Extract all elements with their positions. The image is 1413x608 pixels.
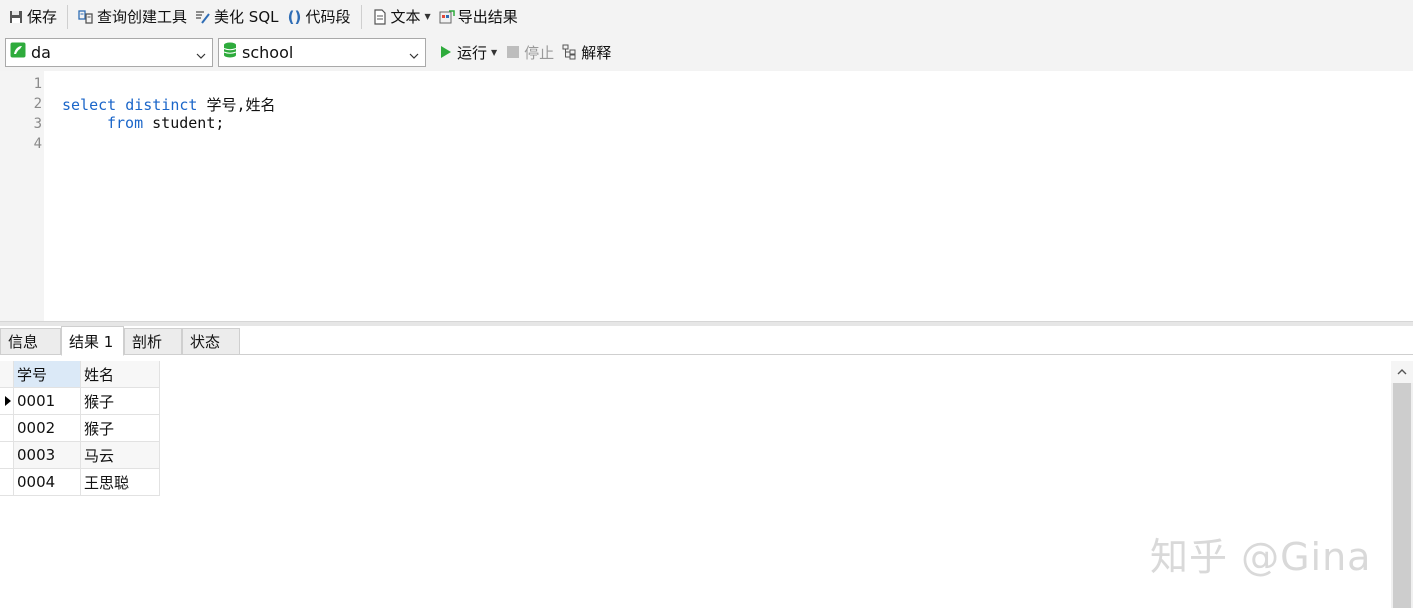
code-line: from student; [107, 114, 224, 132]
tab-label: 结果 1 [69, 332, 114, 351]
row-header-corner [0, 361, 14, 388]
line-number: 1 [33, 76, 42, 92]
stop-icon [505, 44, 521, 60]
result-tabs: 信息 结果 1 剖析 状态 [0, 326, 1413, 356]
sql-keyword: distinct [125, 96, 198, 114]
line-number: 2 [33, 96, 42, 112]
toolbar-divider [360, 4, 362, 29]
tab-label: 剖析 [132, 333, 163, 351]
query-builder-label: 查询创建工具 [97, 8, 188, 26]
play-icon [438, 44, 454, 60]
stop-button[interactable]: 停止 [501, 38, 558, 66]
connection-icon [10, 42, 26, 62]
query-builder-button[interactable]: 查询创建工具 [74, 3, 191, 31]
table-cell[interactable]: 0003 [14, 442, 81, 469]
table-cell[interactable]: 0002 [14, 415, 81, 442]
run-button[interactable]: 运行 ▼ [434, 38, 501, 66]
save-button[interactable]: 保存 [4, 3, 61, 31]
tab-info[interactable]: 信息 [0, 328, 61, 355]
toolbar-divider [67, 4, 69, 29]
floppy-disk-icon [8, 9, 24, 25]
table-cell[interactable]: 王思聪 [81, 469, 160, 496]
explain-button[interactable]: 解释 [558, 38, 615, 66]
row-header[interactable] [0, 442, 14, 469]
scroll-up-icon[interactable] [1391, 361, 1413, 383]
chevron-down-icon[interactable] [409, 47, 419, 59]
sql-keyword: from [107, 114, 144, 132]
connection-toolbar: da school 运行 ▼ 停止 解释 [0, 33, 1413, 71]
export-icon [439, 9, 455, 25]
sql-keyword: select [62, 96, 117, 114]
stop-label: 停止 [524, 43, 555, 62]
snippet-label: 代码段 [305, 8, 351, 26]
document-icon [372, 8, 388, 25]
sql-text: 学号,姓名 [197, 96, 276, 114]
parentheses-icon: () [287, 7, 302, 26]
export-label: 导出结果 [457, 8, 518, 26]
row-header[interactable] [0, 388, 14, 415]
tab-label: 信息 [8, 333, 39, 351]
tab-profile[interactable]: 剖析 [124, 328, 182, 355]
table-cell[interactable]: 猴子 [81, 415, 160, 442]
tab-label: 状态 [190, 333, 221, 351]
text-mode-button[interactable]: 文本 ▼ [368, 3, 435, 31]
line-number-gutter: 1 2 3 4 [0, 71, 44, 321]
code-line: select distinct 学号,姓名 [62, 94, 276, 115]
query-builder-icon [78, 9, 94, 25]
vertical-scrollbar[interactable] [1391, 361, 1413, 608]
table-row[interactable]: 0002 猴子 [0, 415, 160, 442]
beautify-label: 美化 SQL [214, 8, 279, 26]
database-select[interactable]: school [218, 37, 426, 67]
text-label: 文本 [390, 8, 421, 26]
watermark: 知乎 @Gina [1150, 535, 1372, 579]
table-cell[interactable]: 猴子 [81, 388, 160, 415]
beautify-sql-button[interactable]: 美化 SQL [191, 3, 282, 31]
table-cell[interactable]: 马云 [81, 442, 160, 469]
beautify-icon [195, 9, 211, 25]
database-value: school [242, 42, 294, 62]
chevron-down-icon[interactable]: ▼ [491, 48, 497, 57]
current-row-icon [5, 396, 11, 406]
table-row[interactable]: 0001 猴子 [0, 388, 160, 415]
export-results-button[interactable]: 导出结果 [435, 3, 522, 31]
scrollbar-thumb[interactable] [1393, 383, 1411, 608]
line-number: 4 [33, 136, 42, 152]
row-header[interactable] [0, 415, 14, 442]
sql-text: student; [143, 114, 225, 132]
explain-icon [562, 44, 578, 60]
column-header[interactable]: 姓名 [81, 361, 160, 388]
row-header[interactable] [0, 469, 14, 496]
connection-select[interactable]: da [5, 37, 213, 67]
table-row[interactable]: 0004 王思聪 [0, 469, 160, 496]
sql-editor[interactable]: 1 2 3 4 select distinct 学号,姓名 from stude… [0, 71, 1413, 321]
run-label: 运行 [457, 43, 488, 62]
grid-header-row: 学号 姓名 [0, 361, 160, 388]
connection-value: da [31, 42, 51, 62]
database-icon [223, 42, 237, 62]
table-row[interactable]: 0003 马云 [0, 442, 160, 469]
chevron-down-icon[interactable] [196, 47, 206, 59]
save-label: 保存 [27, 8, 58, 26]
main-toolbar: 保存 查询创建工具 美化 SQL () 代码段 文本 ▼ 导出结果 [0, 0, 1413, 33]
code-snippet-button[interactable]: () 代码段 [283, 3, 355, 31]
table-cell[interactable]: 0004 [14, 469, 81, 496]
tab-result-1[interactable]: 结果 1 [61, 326, 124, 356]
explain-label: 解释 [581, 43, 612, 62]
chevron-down-icon[interactable]: ▼ [425, 12, 431, 21]
column-header[interactable]: 学号 [14, 361, 81, 388]
tab-status[interactable]: 状态 [182, 328, 240, 355]
table-cell[interactable]: 0001 [14, 388, 81, 415]
line-number: 3 [33, 116, 42, 132]
